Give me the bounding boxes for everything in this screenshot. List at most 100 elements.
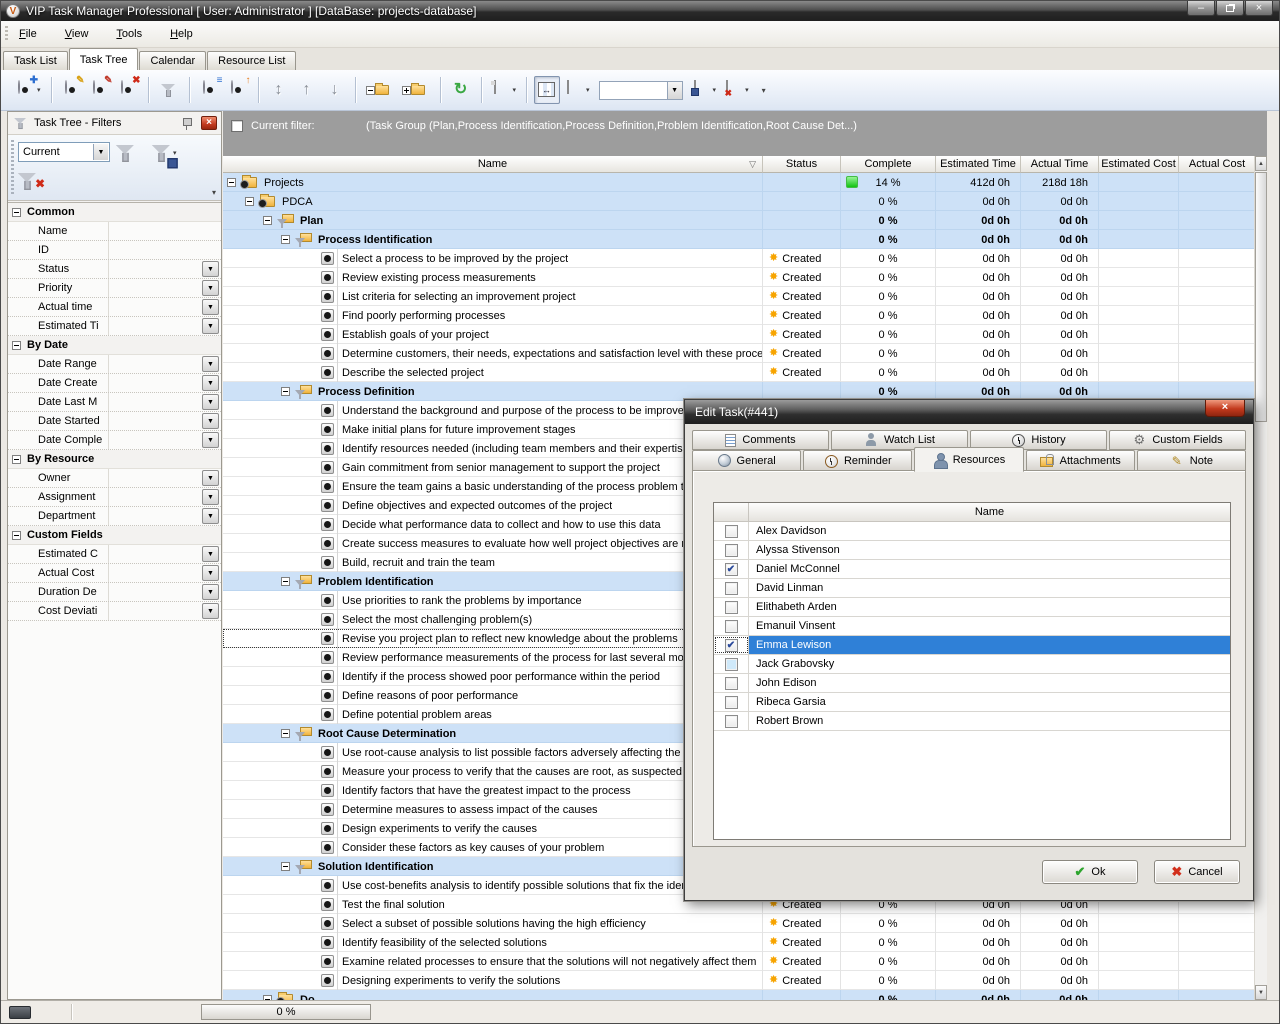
actual-cost-cell[interactable]	[1179, 230, 1254, 249]
task-name-cell[interactable]: Identify factors that have the greatest …	[223, 781, 763, 800]
resource-name-cell[interactable]: Alex Davidson	[749, 522, 1230, 540]
column-header-complete[interactable]: Complete	[841, 156, 936, 173]
move-up-button[interactable]: ↑	[294, 76, 320, 104]
resource-row[interactable]: Elithabeth Arden	[714, 598, 1230, 617]
menu-help[interactable]: Help	[168, 26, 195, 42]
tree-expander[interactable]	[245, 197, 254, 206]
resource-name-cell[interactable]: Robert Brown	[749, 712, 1230, 730]
estimated-time-cell[interactable]: 0d 0h	[936, 933, 1021, 952]
filter-section-by-resource[interactable]: By Resource	[8, 450, 221, 469]
actual-time-cell[interactable]: 0d 0h	[1021, 268, 1099, 287]
task-name-cell[interactable]: Projects	[223, 173, 763, 192]
save-report-button[interactable]: ▾	[689, 76, 720, 104]
task-row[interactable]: List criteria for selecting an improveme…	[223, 287, 1254, 306]
restore-button[interactable]	[1216, 1, 1244, 16]
status-cell[interactable]	[763, 173, 841, 192]
checkbox-cell[interactable]	[714, 541, 749, 559]
task-name-cell[interactable]: Process Definition	[223, 382, 763, 401]
actual-cost-cell[interactable]	[1179, 306, 1254, 325]
filter-panel-titlebar[interactable]: Task Tree - Filters ×	[8, 112, 221, 135]
checkbox-cell[interactable]	[714, 522, 749, 540]
actual-cost-cell[interactable]	[1179, 363, 1254, 382]
estimated-time-cell[interactable]: 0d 0h	[936, 990, 1021, 1000]
task-name-cell[interactable]: Select a process to be improved by the p…	[223, 249, 763, 268]
complete-cell[interactable]: 0 %	[841, 192, 936, 211]
resource-name-cell[interactable]: Alyssa Stivenson	[749, 541, 1230, 559]
status-cell[interactable]: ✸Created	[763, 952, 841, 971]
checkbox-column-header[interactable]	[714, 503, 749, 521]
menu-view[interactable]: View	[63, 26, 91, 42]
estimated-cost-cell[interactable]	[1099, 173, 1179, 192]
resource-name-cell[interactable]: John Edison	[749, 674, 1230, 692]
actual-cost-cell[interactable]	[1179, 952, 1254, 971]
column-header-status[interactable]: Status	[763, 156, 841, 173]
resource-checkbox[interactable]	[725, 544, 738, 557]
complete-cell[interactable]: 0 %	[841, 287, 936, 306]
complete-cell[interactable]: 0 %	[841, 325, 936, 344]
dialog-tab-reminder[interactable]: Reminder	[803, 450, 912, 471]
actual-time-cell[interactable]: 218d 18h	[1021, 173, 1099, 192]
actual-cost-cell[interactable]	[1179, 268, 1254, 287]
task-name-cell[interactable]: Ensure the team gains a basic understand…	[223, 477, 763, 496]
actual-time-cell[interactable]: 0d 0h	[1021, 211, 1099, 230]
estimated-time-cell[interactable]: 0d 0h	[936, 971, 1021, 990]
dropdown-button[interactable]: ▼	[202, 584, 219, 600]
resource-row[interactable]: ✔Emma Lewison	[714, 636, 1230, 655]
dialog-tab-comments[interactable]: Comments	[692, 430, 829, 450]
resource-row[interactable]: Alex Davidson	[714, 522, 1230, 541]
dropdown-arrow-icon[interactable]: ▼	[667, 82, 682, 99]
dialog-titlebar[interactable]: Edit Task(#441) ×	[685, 400, 1253, 424]
filter-field-value[interactable]	[108, 545, 200, 563]
dropdown-button[interactable]: ▼	[202, 280, 219, 296]
filter-field-value[interactable]	[108, 241, 200, 259]
estimated-time-cell[interactable]: 0d 0h	[936, 249, 1021, 268]
cancel-button[interactable]: ✖ Cancel	[1154, 860, 1240, 884]
status-cell[interactable]: ✸Created	[763, 306, 841, 325]
tree-expander[interactable]	[263, 216, 272, 225]
complete-cell[interactable]: 14 %	[841, 173, 936, 192]
task-name-cell[interactable]: Gain commitment from senior management t…	[223, 458, 763, 477]
estimated-time-cell[interactable]: 0d 0h	[936, 344, 1021, 363]
checkbox-cell[interactable]	[714, 598, 749, 616]
estimated-cost-cell[interactable]	[1099, 933, 1179, 952]
status-cell[interactable]	[763, 990, 841, 1000]
expand-all-button[interactable]	[399, 76, 433, 104]
fit-columns-button[interactable]: ↔	[534, 76, 560, 104]
tree-expander[interactable]	[227, 178, 236, 187]
task-name-cell[interactable]: Select a subset of possible solutions ha…	[223, 914, 763, 933]
estimated-cost-cell[interactable]	[1099, 192, 1179, 211]
task-name-cell[interactable]: Review existing process measurements	[223, 268, 763, 287]
resource-row[interactable]: ✔Daniel McConnel	[714, 560, 1230, 579]
dropdown-button[interactable]: ▼	[202, 546, 219, 562]
dialog-tab-general[interactable]: General	[692, 450, 801, 471]
complete-cell[interactable]: 0 %	[841, 952, 936, 971]
resource-checkbox[interactable]	[725, 677, 738, 690]
delete-task-button[interactable]: ✖	[115, 76, 141, 104]
dropdown-button[interactable]: ▼	[202, 356, 219, 372]
checkbox-cell[interactable]	[714, 712, 749, 730]
complete-cell[interactable]: 0 %	[841, 211, 936, 230]
status-cell[interactable]: ✸Created	[763, 363, 841, 382]
filter-field-value[interactable]	[108, 393, 200, 411]
complete-cell[interactable]: 0 %	[841, 268, 936, 287]
pin-icon[interactable]	[183, 117, 192, 130]
vertical-scrollbar[interactable]: ▲ ▼	[1254, 156, 1267, 1000]
task-name-cell[interactable]: Process Identification	[223, 230, 763, 249]
task-name-cell[interactable]: Determine customers, their needs, expect…	[223, 344, 763, 363]
delete-report-button[interactable]: ✖▾	[721, 76, 752, 104]
actual-time-cell[interactable]: 0d 0h	[1021, 192, 1099, 211]
task-name-cell[interactable]: Measure your process to verify that the …	[223, 762, 763, 781]
dialog-tab-custom-fields[interactable]: ⚙Custom Fields	[1109, 430, 1246, 450]
minimize-button[interactable]: –	[1187, 1, 1215, 16]
task-priority-button[interactable]: ↑	[225, 76, 251, 104]
complete-cell[interactable]: 0 %	[841, 230, 936, 249]
actual-time-cell[interactable]: 0d 0h	[1021, 344, 1099, 363]
group-row[interactable]: PDCA0 %0d 0h0d 0h	[223, 192, 1254, 211]
export-button[interactable]: ▾	[489, 76, 520, 104]
filter-field-value[interactable]	[108, 298, 200, 316]
resource-checkbox[interactable]	[725, 582, 738, 595]
actual-cost-cell[interactable]	[1179, 173, 1254, 192]
filter-field-value[interactable]	[108, 260, 200, 278]
resource-row[interactable]: Ribeca Garsia	[714, 693, 1230, 712]
filter-field-value[interactable]	[108, 564, 200, 582]
